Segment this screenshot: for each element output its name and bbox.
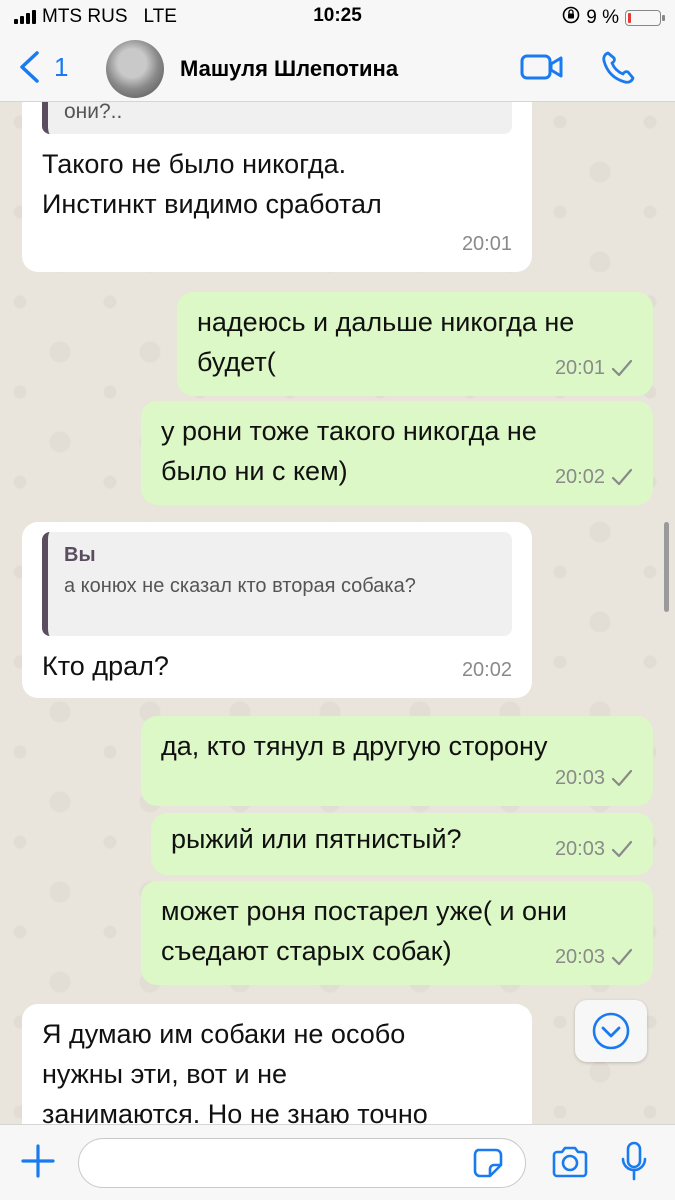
quoted-text: они?.. <box>64 102 123 123</box>
message-outgoing[interactable]: у рони тоже такого никогда не было ни с … <box>141 401 653 505</box>
message-incoming[interactable]: Вы а конюх не сказал кто вторая собака? … <box>22 522 532 698</box>
message-meta: 20:02 <box>462 650 512 690</box>
message-input[interactable] <box>78 1138 526 1188</box>
message-text-line: Кто драл? <box>42 651 169 681</box>
message-text-line: у рони тоже такого никогда не <box>161 416 537 446</box>
sticker-icon <box>473 1148 503 1178</box>
quoted-message[interactable]: Вы а конюх не сказал кто вторая собака? <box>42 532 512 636</box>
checkmark-icon <box>611 948 633 966</box>
message-time: 20:03 <box>554 767 605 789</box>
message-meta: 20:01 <box>555 348 633 388</box>
chevron-left-icon <box>20 51 39 83</box>
message-text-line: Инстинкт видимо сработал <box>42 189 382 219</box>
message-text-line: надеюсь и дальше никогда не <box>197 307 575 337</box>
chat-header: 1 Машуля Шлепотина <box>0 36 675 102</box>
quoted-author: Вы <box>64 544 96 566</box>
message-time: 20:01 <box>461 233 512 255</box>
voice-record-button[interactable] <box>620 1141 648 1188</box>
message-meta: 20:03 <box>555 829 633 869</box>
message-time: 20:03 <box>554 838 605 860</box>
checkmark-icon <box>611 359 633 377</box>
back-button[interactable]: 1 <box>18 50 68 84</box>
message-list[interactable]: они?.. Такого не было никогда. Инстинкт … <box>0 102 675 1124</box>
status-right: 9 % <box>562 6 665 30</box>
message-meta: 20:03 <box>555 937 633 977</box>
checkmark-icon <box>611 468 633 486</box>
video-call-button[interactable] <box>520 50 564 89</box>
checkmark-icon <box>611 840 633 858</box>
message-text-line: занимаются. Но не знаю точно <box>42 1099 428 1124</box>
message-text-line: Я думаю им собаки не особо <box>42 1019 406 1049</box>
message-text-line: Такого не было никогда. <box>42 149 347 179</box>
message-time: 20:02 <box>461 659 512 681</box>
attach-button[interactable] <box>20 1143 56 1184</box>
unread-count: 1 <box>54 51 69 82</box>
message-meta: 20:02 <box>555 457 633 497</box>
message-outgoing[interactable]: да, кто тянул в другую сторону 20:03 <box>141 716 653 806</box>
camera-button[interactable] <box>550 1145 590 1184</box>
message-incoming[interactable]: Я думаю им собаки не особо нужны эти, во… <box>22 1004 532 1124</box>
message-text-line: нужны эти, вот и не <box>42 1059 288 1089</box>
battery-icon <box>625 10 665 26</box>
message-time: 20:01 <box>554 357 605 379</box>
message-time: 20:02 <box>554 466 605 488</box>
message-incoming[interactable]: они?.. Такого не было никогда. Инстинкт … <box>22 102 532 272</box>
sticker-button[interactable] <box>472 1147 504 1184</box>
checkmark-icon <box>611 769 633 787</box>
plus-icon <box>21 1144 55 1178</box>
message-outgoing[interactable]: может роня постарел уже( и они съедают с… <box>141 881 653 985</box>
contact-name[interactable]: Машуля Шлепотина <box>180 56 398 82</box>
microphone-icon <box>621 1141 647 1181</box>
battery-level <box>628 13 631 23</box>
message-outgoing[interactable]: рыжий или пятнистый? 20:03 <box>151 813 653 875</box>
camera-icon <box>552 1146 588 1178</box>
scroll-to-bottom-button[interactable] <box>575 1000 647 1062</box>
quoted-message[interactable]: они?.. <box>42 102 512 134</box>
phone-icon <box>602 51 635 84</box>
quoted-text: а конюх не сказал кто вторая собака? <box>64 575 416 597</box>
voice-call-button[interactable] <box>600 50 636 91</box>
chevron-down-circle-icon <box>592 1012 630 1050</box>
compose-bar <box>0 1124 675 1200</box>
status-bar: MTS RUS LTE 10:25 9 % <box>0 0 675 36</box>
message-text-line: может роня постарел уже( и они <box>161 896 567 926</box>
message-meta: 20:03 <box>555 758 633 798</box>
message-outgoing[interactable]: надеюсь и дальше никогда не будет( 20:01 <box>177 292 653 396</box>
scrollbar[interactable] <box>664 522 669 612</box>
orientation-lock-icon <box>562 6 580 30</box>
battery-percent: 9 % <box>586 7 619 28</box>
video-call-icon <box>520 54 563 80</box>
message-time: 20:03 <box>554 946 605 968</box>
message-meta: 20:01 <box>462 224 512 264</box>
avatar[interactable] <box>106 40 164 98</box>
